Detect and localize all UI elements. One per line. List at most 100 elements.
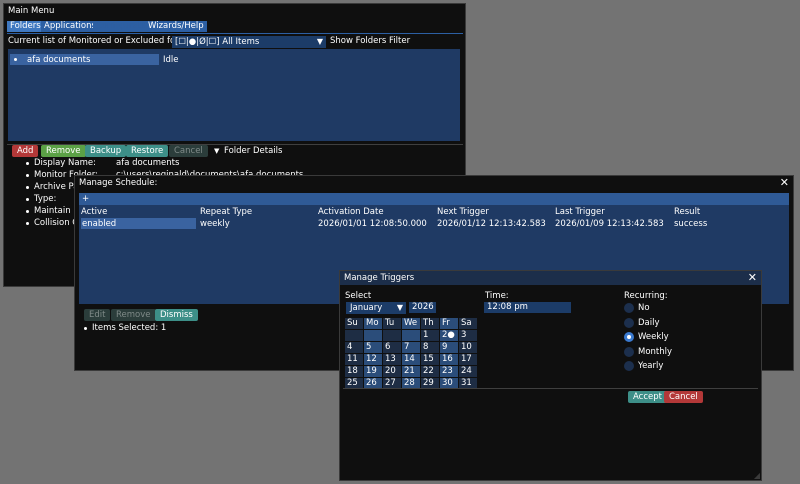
time-input[interactable]: 12:08 pm [484, 302, 571, 313]
recurring-option-monthly[interactable]: Monthly [638, 347, 672, 357]
chevron-down-icon: ▼ [396, 303, 403, 312]
detail-bullet [26, 174, 29, 177]
recurring-option-yearly[interactable]: Yearly [638, 361, 663, 371]
time-value: 12:08 pm [487, 302, 528, 312]
tab-underline [7, 33, 463, 34]
calendar-day[interactable]: 24 [459, 366, 477, 377]
weekday-header: Fr [440, 318, 458, 329]
recurring-radio-daily[interactable] [624, 318, 634, 328]
recurring-radio-yearly[interactable] [624, 361, 634, 371]
resize-grip-icon[interactable]: ◢ [754, 471, 760, 480]
weekday-header: Mo [364, 318, 382, 329]
recurring-radio-weekly[interactable] [624, 332, 634, 342]
calendar-day[interactable] [345, 330, 363, 341]
accept-button[interactable]: Accept [628, 391, 667, 403]
calendar-day[interactable]: 2● [440, 330, 458, 341]
calendar-day[interactable]: 7 [402, 342, 420, 353]
detail-bullet [26, 186, 29, 189]
calendar-day[interactable]: 13 [383, 354, 401, 365]
calendar-day[interactable]: 9 [440, 342, 458, 353]
time-label: Time: [485, 291, 509, 301]
calendar-day[interactable]: 15 [421, 354, 439, 365]
folder-details-toggle[interactable]: Folder Details [224, 146, 282, 156]
calendar-day[interactable]: 22 [421, 366, 439, 377]
schedule-cell-active: enabled [82, 219, 117, 229]
recurring-radio-monthly[interactable] [624, 347, 634, 357]
calendar-day[interactable]: 11 [345, 354, 363, 365]
calendar-day[interactable]: 8 [421, 342, 439, 353]
calendar-day[interactable]: 21 [402, 366, 420, 377]
calendar-day[interactable]: 3 [459, 330, 477, 341]
triggers-cancel-button[interactable]: Cancel [664, 391, 703, 403]
items-selected-label: Items Selected: 1 [92, 323, 167, 333]
schedule-header-activation-date: Activation Date [318, 207, 384, 217]
cancel-button[interactable]: Cancel [169, 145, 208, 157]
schedule-header-result: Result [674, 207, 701, 217]
weekday-header: Sa [459, 318, 477, 329]
month-select[interactable]: January ▼ [346, 302, 406, 314]
folder-row-name: afa documents [27, 55, 91, 65]
manage-schedule-titlebar[interactable]: Manage Schedule: ✕ [75, 176, 793, 190]
calendar-day[interactable]: 4 [345, 342, 363, 353]
recurring-label: Recurring: [624, 291, 668, 301]
calendar-day[interactable]: 23 [440, 366, 458, 377]
folders-list-panel: afa documents Idle [8, 49, 460, 141]
schedule-header-next-trigger: Next Trigger [437, 207, 489, 217]
tab-folders[interactable]: Folders [7, 21, 44, 32]
restore-button[interactable]: Restore [126, 145, 169, 157]
show-folders-filter-label[interactable]: Show Folders Filter [330, 36, 410, 46]
folder-details-toggle-icon[interactable]: ▼ [214, 147, 219, 155]
main-menu-titlebar[interactable]: Main Menu [4, 4, 465, 18]
backup-button[interactable]: Backup [85, 145, 127, 157]
calendar-day[interactable]: 5 [364, 342, 382, 353]
calendar-day[interactable]: 18 [345, 366, 363, 377]
edit-button[interactable]: Edit [84, 309, 111, 321]
tab-wizards-help[interactable]: Wizards/Help [145, 21, 207, 32]
calendar-day[interactable]: 14 [402, 354, 420, 365]
detail-bullet [26, 162, 29, 165]
tab-applications[interactable]: Applications [41, 21, 99, 32]
folder-filter-combo[interactable]: [☐|●|Ø|☐] All Items ▼ [172, 36, 326, 48]
schedule-header-active: Active [81, 207, 108, 217]
weekday-header: We [402, 318, 420, 329]
schedule-add-bar[interactable] [79, 193, 789, 205]
calendar-day[interactable] [383, 330, 401, 341]
calendar-day[interactable]: 19 [364, 366, 382, 377]
remove-button[interactable]: Remove [41, 145, 86, 157]
folder-filter-value: [☐|●|Ø|☐] All Items [175, 37, 260, 47]
detail-value-display-name: afa documents [116, 158, 180, 168]
folder-row-bullet [14, 58, 17, 61]
detail-bullet [26, 198, 29, 201]
add-button[interactable]: Add [12, 145, 39, 157]
detail-bullet [26, 210, 29, 213]
close-icon[interactable]: ✕ [748, 272, 757, 283]
schedule-remove-button[interactable]: Remove [111, 309, 156, 321]
recurring-option-daily[interactable]: Daily [638, 318, 660, 328]
recurring-option-weekly[interactable]: Weekly [638, 332, 669, 342]
calendar-day[interactable] [364, 330, 382, 341]
year-value: 2026 [412, 302, 434, 312]
schedule-cell-activation-date: 2026/01/01 12:08:50.000 [318, 219, 427, 229]
schedule-add-icon[interactable]: + [82, 194, 89, 204]
weekday-header: Su [345, 318, 363, 329]
close-icon[interactable]: ✕ [780, 177, 789, 188]
recurring-option-no[interactable]: No [638, 303, 650, 313]
triggers-divider [343, 388, 758, 389]
detail-bullet [26, 222, 29, 225]
items-selected-bullet [84, 327, 87, 330]
calendar-day[interactable] [402, 330, 420, 341]
calendar-day[interactable]: 6 [383, 342, 401, 353]
calendar-day[interactable]: 17 [459, 354, 477, 365]
calendar-day[interactable]: 12 [364, 354, 382, 365]
calendar-day[interactable]: 20 [383, 366, 401, 377]
year-input[interactable]: 2026 [409, 302, 436, 313]
calendar-day[interactable]: 1 [421, 330, 439, 341]
manage-triggers-titlebar[interactable]: Manage Triggers ✕ [340, 271, 761, 285]
dismiss-button[interactable]: Dismiss [155, 309, 198, 321]
recurring-radio-no[interactable] [624, 303, 634, 313]
weekday-header: Th [421, 318, 439, 329]
calendar-day[interactable]: 16 [440, 354, 458, 365]
calendar-day[interactable]: 10 [459, 342, 477, 353]
schedule-header-repeat-type: Repeat Type [200, 207, 253, 217]
select-label: Select [345, 291, 372, 301]
